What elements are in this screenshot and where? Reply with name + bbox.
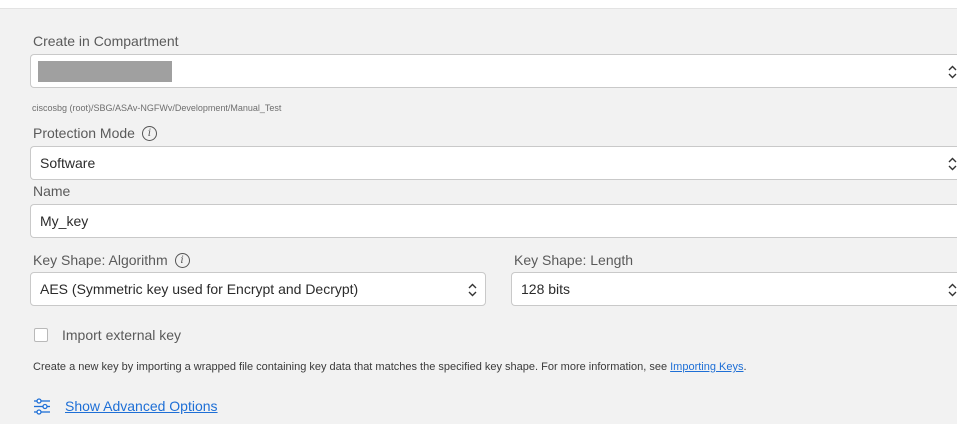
algorithm-value: AES (Symmetric key used for Encrypt and …	[40, 281, 359, 297]
protection-mode-label: Protection Mode i	[33, 125, 157, 141]
length-value: 128 bits	[521, 281, 571, 297]
protection-mode-label-text: Protection Mode	[33, 125, 135, 141]
select-chevron-icon	[948, 65, 957, 79]
name-input[interactable]: My_key	[30, 204, 957, 238]
compartment-label: Create in Compartment	[33, 33, 179, 49]
algorithm-label-text: Key Shape: Algorithm	[33, 252, 168, 268]
algorithm-label: Key Shape: Algorithm i	[33, 252, 190, 268]
compartment-path: ciscosbg (root)/SBG/ASAv-NGFWv/Developme…	[32, 103, 282, 113]
import-external-key-label-text: Import external key	[62, 327, 182, 343]
algorithm-select[interactable]: AES (Symmetric key used for Encrypt and …	[30, 272, 486, 306]
name-label-text: Name	[33, 183, 71, 199]
protection-mode-select[interactable]: Software	[30, 146, 957, 180]
length-select[interactable]: 128 bits	[511, 272, 957, 306]
import-external-key-checkbox[interactable]	[34, 328, 48, 342]
help-text-body: Create a new key by importing a wrapped …	[33, 361, 671, 373]
import-external-key-label: Import external key	[62, 327, 181, 343]
compartment-select[interactable]	[30, 54, 957, 88]
length-label-text: Key Shape: Length	[514, 252, 634, 268]
protection-mode-value: Software	[40, 155, 96, 171]
compartment-label-text: Create in Compartment	[33, 33, 179, 49]
select-chevron-icon	[948, 157, 957, 171]
redacted-compartment-value	[38, 60, 172, 82]
help-text-suffix: .	[743, 361, 747, 373]
length-label: Key Shape: Length	[514, 252, 633, 268]
select-chevron-icon	[948, 283, 957, 297]
create-key-panel: Create in Compartment ciscosbg (root)/SB…	[0, 8, 957, 424]
info-icon[interactable]: i	[174, 252, 190, 268]
select-chevron-icon	[468, 283, 477, 297]
sliders-icon[interactable]	[33, 398, 51, 420]
importing-keys-link[interactable]: Importing Keys	[670, 361, 743, 373]
import-help-text: Create a new key by importing a wrapped …	[33, 361, 747, 373]
info-icon[interactable]: i	[141, 125, 157, 141]
name-input-value: My_key	[40, 213, 89, 229]
name-label: Name	[33, 183, 70, 199]
show-advanced-options-link[interactable]: Show Advanced Options	[65, 398, 218, 414]
